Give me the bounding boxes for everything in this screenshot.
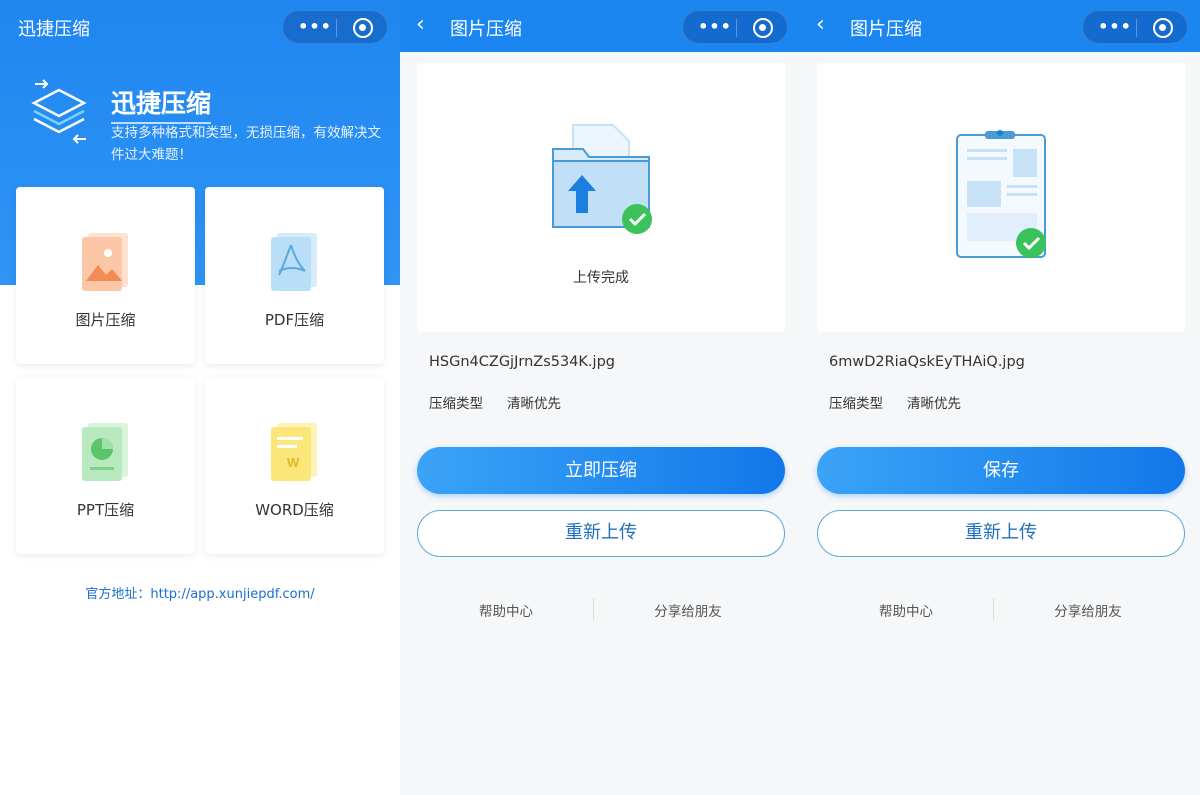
ppt-file-icon <box>78 421 134 483</box>
close-target-icon[interactable] <box>1153 18 1173 38</box>
pdf-file-icon <box>267 231 323 293</box>
compress-type-row: 压缩类型 清晰优先 <box>429 392 561 412</box>
layers-logo-icon <box>30 78 92 148</box>
tile-label: PDF压缩 <box>205 309 384 330</box>
brand-title: 迅捷压缩 <box>111 84 211 124</box>
tile-word-compress[interactable]: W WORD压缩 <box>205 377 384 554</box>
word-file-icon: W <box>267 421 323 483</box>
share-link[interactable]: 分享给朋友 <box>993 600 1183 620</box>
compress-now-button[interactable]: 立即压缩 <box>417 447 785 494</box>
footer-links: 帮助中心 分享给朋友 <box>400 598 800 620</box>
nav-bar: ‹ 图片压缩 ••• <box>800 0 1200 52</box>
capsule-divider <box>336 19 337 37</box>
tile-ppt-compress[interactable]: PPT压缩 <box>16 377 195 554</box>
help-center-link[interactable]: 帮助中心 <box>800 600 1012 620</box>
upload-status: 上传完成 <box>417 267 785 287</box>
nav-title: 图片压缩 <box>450 15 522 41</box>
footer-links: 帮助中心 分享给朋友 <box>800 598 1200 620</box>
mini-program-capsule: ••• <box>682 10 788 44</box>
share-link[interactable]: 分享给朋友 <box>593 600 783 620</box>
tile-label: PPT压缩 <box>16 499 195 520</box>
tile-label: WORD压缩 <box>205 499 384 520</box>
close-target-icon[interactable] <box>753 18 773 38</box>
mini-program-capsule: ••• <box>282 10 388 44</box>
close-target-icon[interactable] <box>353 18 373 38</box>
brand-description: 支持多种格式和类型，无损压缩，有效解决文件过大难题！ <box>111 122 386 166</box>
back-chevron-icon[interactable]: ‹ <box>416 12 425 37</box>
svg-text:W: W <box>287 455 300 470</box>
file-name: HSGn4CZGjJrnZs534K.jpg <box>429 354 615 370</box>
official-site-link[interactable]: 官方地址：http://app.xunjiepdf.com/ <box>0 583 400 602</box>
image-file-icon <box>78 231 134 293</box>
compress-type-label: 压缩类型 <box>829 396 883 412</box>
capsule-divider <box>1136 19 1137 37</box>
folder-upload-success-icon <box>551 121 661 236</box>
tile-label: 图片压缩 <box>16 309 195 330</box>
back-chevron-icon[interactable]: ‹ <box>816 12 825 37</box>
nav-bar: ‹ 图片压缩 ••• <box>400 0 800 52</box>
mini-program-capsule: ••• <box>1082 10 1188 44</box>
nav-title: 迅捷压缩 <box>18 15 90 41</box>
result-preview-card <box>817 63 1185 332</box>
reupload-button[interactable]: 重新上传 <box>817 510 1185 557</box>
help-center-link[interactable]: 帮助中心 <box>400 600 612 620</box>
tile-pdf-compress[interactable]: PDF压缩 <box>205 187 384 364</box>
home-screen: 迅捷压缩 ••• 迅捷压缩 支持多种格式和类型，无损压缩，有效解决文件过大难题！… <box>0 0 400 795</box>
compress-type-value[interactable]: 清晰优先 <box>507 396 561 412</box>
compress-type-row: 压缩类型 清晰优先 <box>829 392 961 412</box>
result-screen: ‹ 图片压缩 ••• 6mwD2RiaQskEyTHAiQ.jpg 压缩类型 清晰… <box>800 0 1200 795</box>
reupload-button[interactable]: 重新上传 <box>417 510 785 557</box>
compress-type-label: 压缩类型 <box>429 396 483 412</box>
more-icon[interactable]: ••• <box>1097 17 1133 36</box>
compress-type-value[interactable]: 清晰优先 <box>907 396 961 412</box>
nav-title: 图片压缩 <box>850 15 922 41</box>
document-success-icon <box>953 129 1063 265</box>
upload-preview-card: 上传完成 <box>417 63 785 332</box>
more-icon[interactable]: ••• <box>297 17 333 36</box>
tile-image-compress[interactable]: 图片压缩 <box>16 187 195 364</box>
upload-screen: ‹ 图片压缩 ••• 上传完成 HSGn4CZGjJrnZs534K.jpg 压… <box>400 0 800 795</box>
nav-bar: 迅捷压缩 ••• <box>0 0 400 52</box>
more-icon[interactable]: ••• <box>697 17 733 36</box>
file-name: 6mwD2RiaQskEyTHAiQ.jpg <box>829 354 1025 370</box>
save-button[interactable]: 保存 <box>817 447 1185 494</box>
capsule-divider <box>736 19 737 37</box>
